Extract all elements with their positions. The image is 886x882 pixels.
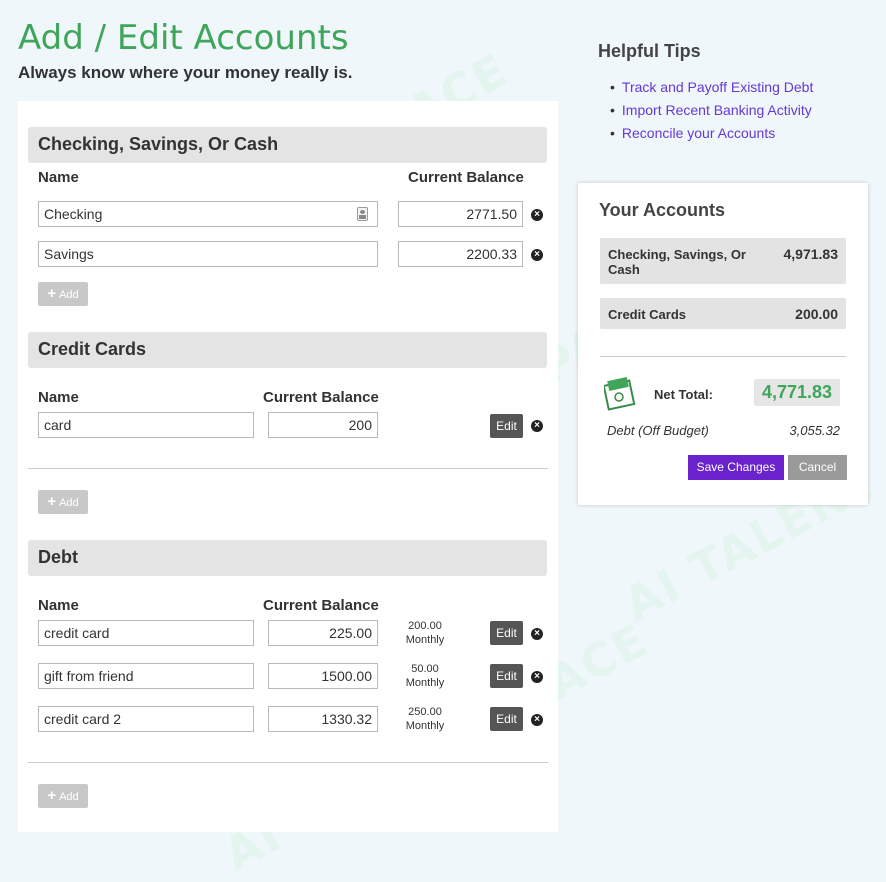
page-title: Add / Edit Accounts [18,18,349,58]
remove-icon[interactable]: × [531,209,543,221]
tip-link-label[interactable]: Track and Payoff Existing Debt [622,79,813,95]
section-header-debt: Debt [28,540,547,576]
edit-button[interactable]: Edit [490,414,523,438]
name-column-header: Name [38,597,79,614]
name-column-header: Name [38,389,79,406]
account-group-name: Checking, Savings, Or Cash [608,247,746,277]
payment-period: Monthly [405,634,445,646]
add-label: Add [59,791,79,803]
net-total-value: 4,771.83 [754,379,840,406]
payment-period: Monthly [405,720,445,732]
bullet: • [610,79,615,95]
save-changes-button[interactable]: Save Changes [688,455,784,480]
add-account-button[interactable]: + Add [38,282,88,306]
remove-icon[interactable]: × [531,249,543,261]
divider [600,356,846,357]
section-title: Debt [38,547,78,567]
payment-amount: 200.00 [408,620,442,632]
plus-icon: + [47,493,57,510]
your-accounts-panel: Your Accounts Checking, Savings, Or Cash… [578,183,868,505]
add-label: Add [59,497,79,509]
account-group-name: Credit Cards [608,307,687,322]
remove-icon[interactable]: × [531,714,543,726]
your-accounts-title: Your Accounts [599,200,726,220]
tip-link-label[interactable]: Import Recent Banking Activity [622,102,812,118]
account-name-input[interactable]: gift from friend [38,663,254,689]
divider [28,762,548,763]
section-header-checking: Checking, Savings, Or Cash [28,127,547,163]
account-group-summary: Credit Cards 200.00 [600,298,846,329]
add-account-button[interactable]: + Add [38,784,88,808]
balance-column-header: Current Balance [263,597,379,614]
payment-amount: 250.00 [408,706,442,718]
monthly-payment: 200.00 Monthly [400,619,450,647]
account-name-input[interactable]: credit card 2 [38,706,254,732]
account-name-input[interactable]: Savings [38,241,378,267]
plus-icon: + [47,787,57,804]
account-name-input[interactable]: Checking [38,201,378,227]
remove-icon[interactable]: × [531,420,543,432]
edit-button[interactable]: Edit [490,707,523,731]
account-balance-input[interactable]: 2200.33 [398,241,523,267]
tip-link-label[interactable]: Reconcile your Accounts [622,125,775,141]
payment-period: Monthly [405,677,445,689]
plus-icon: + [47,285,57,302]
remove-icon[interactable]: × [531,628,543,640]
payment-amount: 50.00 [411,663,439,675]
remove-icon[interactable]: × [531,671,543,683]
monthly-payment: 50.00 Monthly [400,662,450,690]
edit-button[interactable]: Edit [490,621,523,645]
account-balance-input[interactable]: 200 [268,412,378,438]
monthly-payment: 250.00 Monthly [400,705,450,733]
balance-column-header: Current Balance [263,389,379,406]
debt-off-budget-label: Debt (Off Budget) [607,423,709,438]
bullet: • [610,125,615,141]
cancel-button[interactable]: Cancel [788,455,847,480]
section-header-credit-cards: Credit Cards [28,332,547,368]
account-balance-input[interactable]: 2771.50 [398,201,523,227]
net-total-label: Net Total: [654,387,713,402]
accounts-form-panel: Checking, Savings, Or Cash Name Current … [18,101,558,832]
divider [28,468,548,469]
tip-link[interactable]: • Reconcile your Accounts [610,124,813,147]
debt-off-budget-value: 3,055.32 [789,423,840,438]
tip-link[interactable]: • Import Recent Banking Activity [610,101,813,124]
account-group-total: 4,971.83 [783,246,839,262]
section-title: Checking, Savings, Or Cash [38,134,279,154]
account-balance-input[interactable]: 1330.32 [268,706,378,732]
add-label: Add [59,289,79,301]
tips-title: Helpful Tips [598,41,701,61]
account-name-input[interactable]: credit card [38,620,254,646]
account-group-summary: Checking, Savings, Or Cash 4,971.83 [600,238,846,284]
money-stack-icon [604,377,636,411]
account-balance-input[interactable]: 1500.00 [268,663,378,689]
contact-card-icon[interactable] [357,207,368,221]
balance-column-header: Current Balance [408,169,524,186]
tip-link[interactable]: • Track and Payoff Existing Debt [610,78,813,101]
account-name-input[interactable]: card [38,412,254,438]
bullet: • [610,102,615,118]
name-column-header: Name [38,169,79,186]
account-group-total: 200.00 [795,306,838,322]
edit-button[interactable]: Edit [490,664,523,688]
tips-list: • Track and Payoff Existing Debt • Import … [610,78,813,147]
section-title: Credit Cards [38,339,147,359]
account-balance-input[interactable]: 225.00 [268,620,378,646]
add-account-button[interactable]: + Add [38,490,88,514]
page-subtitle: Always know where your money really is. [18,63,353,82]
